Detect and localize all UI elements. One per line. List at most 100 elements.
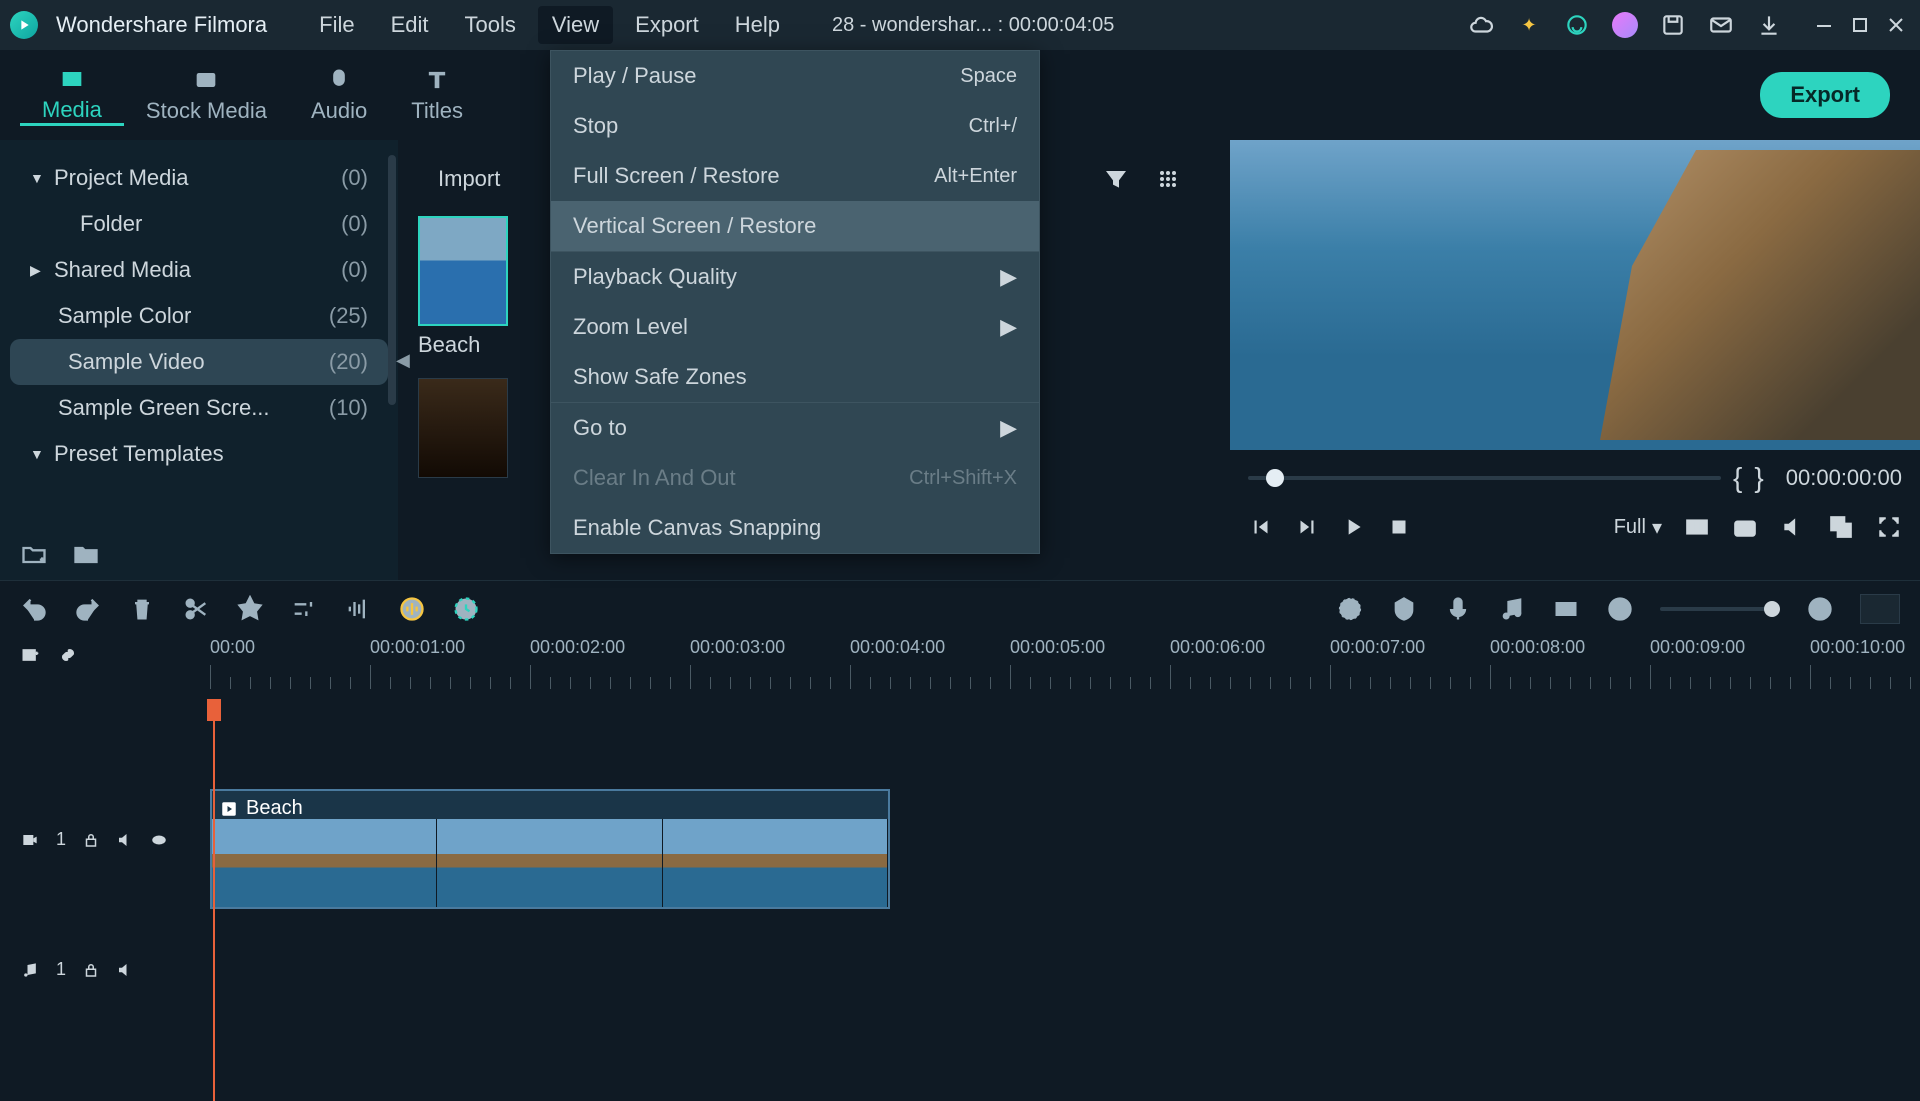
sidebar-item-sample-color[interactable]: Sample Color(25) [0,293,398,339]
import-button[interactable]: Import [418,160,520,198]
audio-sync-icon[interactable] [398,595,426,623]
sidebar-item-project-media[interactable]: ▼Project Media(0) [0,155,398,201]
preview-viewport[interactable] [1230,140,1920,450]
menu-file[interactable]: File [305,6,368,44]
folder-icon[interactable] [72,541,100,569]
tips-icon[interactable]: ✦ [1516,12,1542,38]
sidebar-item-preset-templates[interactable]: ▼Preset Templates [0,431,398,477]
menu-view[interactable]: View [538,6,613,44]
menu-playback-quality[interactable]: Playback Quality▶ [551,252,1039,302]
menu-vertical-screen[interactable]: Vertical Screen / Restore [551,201,1039,251]
video-track-header[interactable]: 1 [20,829,168,850]
zoom-out-icon[interactable] [1606,595,1634,623]
mute-icon[interactable] [116,831,134,849]
quality-dropdown[interactable]: Full▾ [1614,515,1662,540]
ruler-tick: 00:00:05:00 [1010,637,1105,658]
collapse-sidebar-icon[interactable]: ◀ [396,350,410,371]
filter-icon[interactable] [1104,167,1128,191]
audio-track-header[interactable]: 1 [20,959,134,980]
menu-zoom-level[interactable]: Zoom Level▶ [551,302,1039,352]
render-icon[interactable] [1336,595,1364,623]
grid-view-icon[interactable] [1156,167,1180,191]
sidebar-item-shared-media[interactable]: ▶Shared Media(0) [0,247,398,293]
sidebar-item-sample-video[interactable]: Sample Video(20) [10,339,388,385]
tab-stock-media[interactable]: Stock Media [124,66,289,124]
menu-goto[interactable]: Go to▶ [551,403,1039,453]
adjust-icon[interactable] [290,595,318,623]
account-icon[interactable] [1612,12,1638,38]
maximize-button[interactable] [1846,11,1874,39]
export-button[interactable]: Export [1760,72,1890,118]
menu-stop[interactable]: StopCtrl+/ [551,101,1039,151]
timeline-tracks[interactable]: 1 1 Beach [0,699,1920,999]
cloud-icon[interactable] [1468,12,1494,38]
menu-tools[interactable]: Tools [451,6,530,44]
close-button[interactable] [1882,11,1910,39]
mark-in-icon[interactable]: { [1733,462,1742,494]
ruler-tick: 00:00 [210,637,255,658]
visibility-icon[interactable] [150,831,168,849]
stop-icon[interactable] [1386,514,1412,540]
document-title: 28 - wondershar... : 00:00:04:05 [832,14,1114,37]
marker-icon[interactable] [1390,595,1418,623]
ruler-tick: 00:00:10:00 [1810,637,1905,658]
next-frame-icon[interactable] [1294,514,1320,540]
menu-help[interactable]: Help [721,6,794,44]
ruler-tick: 00:00:08:00 [1490,637,1585,658]
media-thumb-beach[interactable]: Beach [418,216,508,358]
ruler-tick: 00:00:03:00 [690,637,785,658]
mail-icon[interactable] [1708,12,1734,38]
menu-play-pause[interactable]: Play / PauseSpace [551,51,1039,101]
snapshot-icon[interactable] [1732,514,1758,540]
timeline-clip-beach[interactable]: Beach [210,789,890,909]
save-icon[interactable] [1660,12,1686,38]
lock-icon[interactable] [82,831,100,849]
support-icon[interactable] [1564,12,1590,38]
prev-frame-icon[interactable] [1248,514,1274,540]
zoom-slider[interactable] [1660,607,1780,611]
undo-icon[interactable] [20,595,48,623]
timeline-ruler[interactable]: 00:0000:00:01:0000:00:02:0000:00:03:0000… [0,637,1920,699]
mute-icon[interactable] [116,961,134,979]
volume-icon[interactable] [1780,514,1806,540]
download-icon[interactable] [1756,12,1782,38]
sidebar-item-folder[interactable]: Folder(0) [0,201,398,247]
sidebar-item-sample-green[interactable]: Sample Green Scre...(10) [0,385,398,431]
fullscreen-icon[interactable] [1876,514,1902,540]
record-vo-icon[interactable] [1444,595,1472,623]
menu-export[interactable]: Export [621,6,713,44]
delete-icon[interactable] [128,595,156,623]
zoom-in-icon[interactable] [1806,595,1834,623]
link-icon[interactable] [58,645,78,665]
video-track-icon [20,830,40,850]
menu-edit[interactable]: Edit [377,6,443,44]
new-folder-icon[interactable] [20,541,48,569]
ruler-tick: 00:00:09:00 [1650,637,1745,658]
play-icon[interactable] [1340,514,1366,540]
timeline-preview-icon[interactable] [1860,594,1900,624]
menu-safe-zones[interactable]: Show Safe Zones [551,352,1039,402]
tab-audio[interactable]: Audio [289,66,389,124]
menu-fullscreen[interactable]: Full Screen / RestoreAlt+Enter [551,151,1039,201]
media-thumb-2[interactable] [418,378,508,478]
crop-icon[interactable] [236,595,264,623]
mixer-icon[interactable] [1498,595,1526,623]
mark-out-icon[interactable]: } [1754,462,1763,494]
redo-icon[interactable] [74,595,102,623]
menu-canvas-snapping[interactable]: Enable Canvas Snapping [551,503,1039,553]
detach-icon[interactable] [1828,514,1854,540]
add-track-icon[interactable] [20,645,40,665]
app-logo [10,11,38,39]
playhead[interactable] [210,699,218,1099]
fit-icon[interactable] [1552,595,1580,623]
speed-icon[interactable] [452,595,480,623]
tab-media[interactable]: Media [20,65,124,126]
compare-icon[interactable] [1684,514,1710,540]
sidebar-scrollbar[interactable] [388,155,396,405]
tab-titles[interactable]: Titles [389,66,485,124]
audio-edit-icon[interactable] [344,595,372,623]
split-icon[interactable] [182,595,210,623]
preview-scrubber[interactable] [1248,476,1721,480]
minimize-button[interactable] [1810,11,1838,39]
lock-icon[interactable] [82,961,100,979]
